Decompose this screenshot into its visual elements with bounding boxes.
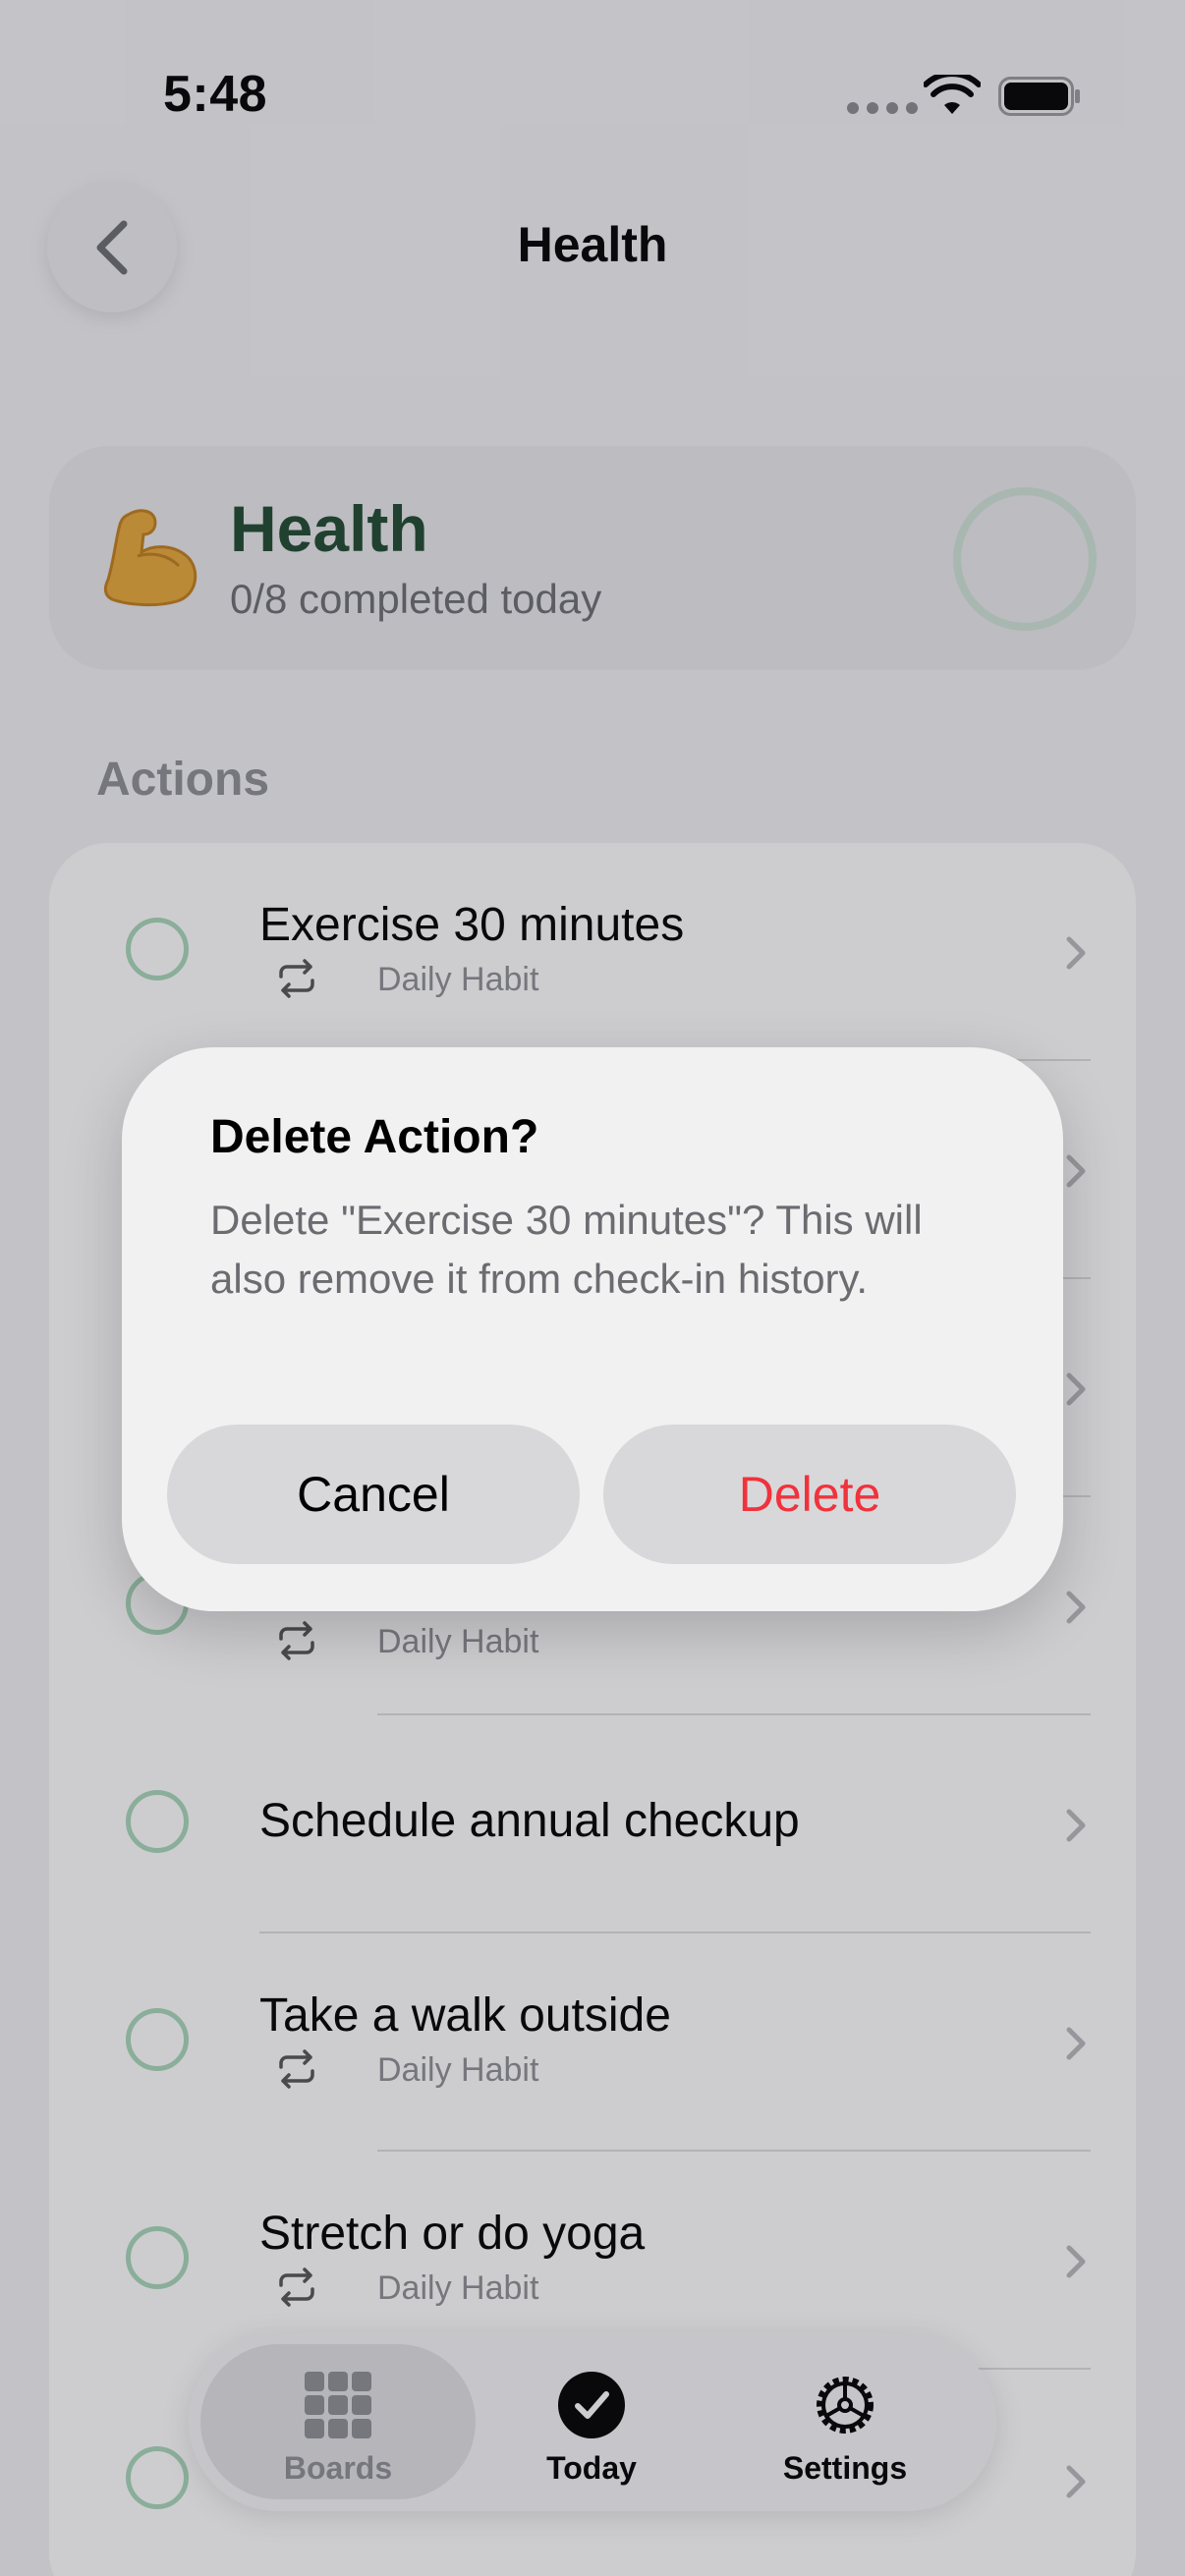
dialog-title: Delete Action? (210, 1111, 539, 1163)
dialog-message: Delete "Exercise 30 minutes"? This will … (210, 1197, 923, 1302)
delete-button[interactable]: Delete (603, 1425, 1016, 1564)
cancel-button[interactable]: Cancel (167, 1425, 580, 1564)
